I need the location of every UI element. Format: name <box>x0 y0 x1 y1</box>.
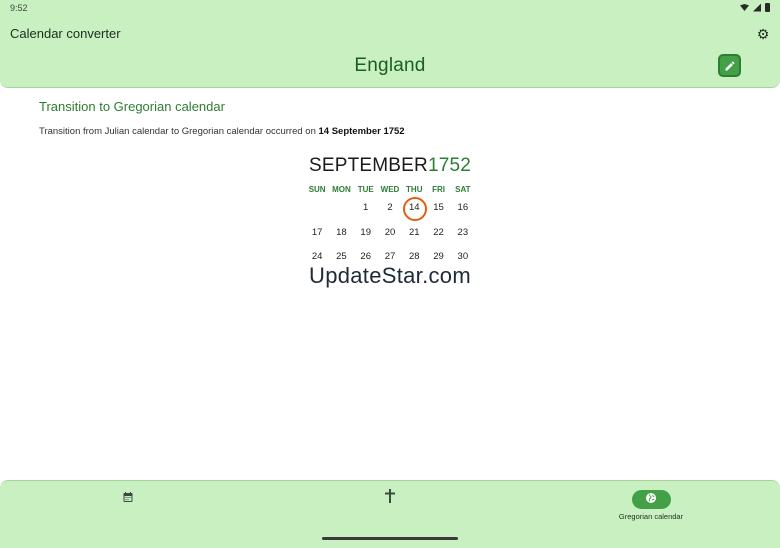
signal-icon <box>753 3 761 12</box>
top-app-bar: 9:52 Calendar converter ⚙ England <box>0 0 780 88</box>
transition-description: Transition from Julian calendar to Grego… <box>39 126 405 137</box>
calendar-grid: SUN MON TUE WED THU FRI SAT 1 2 14 15 16… <box>305 185 475 270</box>
edit-button[interactable] <box>718 54 741 77</box>
highlighted-day: 14 <box>402 196 428 221</box>
day-cell: 22 <box>433 226 444 238</box>
weekday-label: TUE <box>357 185 374 194</box>
pencil-icon <box>725 60 735 70</box>
status-icons <box>740 3 770 12</box>
app-title: Calendar converter <box>10 26 121 41</box>
day-cell: 18 <box>336 226 347 238</box>
weekday-label: SAT <box>455 185 471 194</box>
nav-label: Gregorian calendar <box>618 512 684 521</box>
weekday-label: MON <box>332 185 351 194</box>
day-cell <box>305 196 329 221</box>
day-cell <box>329 196 353 221</box>
cross-icon <box>384 489 396 509</box>
watermark: UpdateStar.com <box>309 263 471 288</box>
day-cell: 19 <box>360 226 371 238</box>
nav-item-gregorian[interactable]: Gregorian calendar <box>591 489 711 521</box>
status-time: 9:52 <box>10 3 28 13</box>
nav-item-julian[interactable] <box>330 489 450 509</box>
bottom-navigation: Gregorian calendar <box>0 480 780 548</box>
day-cell: 21 <box>408 226 420 238</box>
month-heading: SEPTEMBER1752 <box>0 155 780 177</box>
globe-icon <box>646 493 656 503</box>
day-cell: 1 <box>363 202 369 213</box>
weekday-label: WED <box>380 185 400 194</box>
day-cell: 2 <box>387 202 393 213</box>
weekday-label: SUN <box>308 185 326 194</box>
section-title: Transition to Gregorian calendar <box>39 99 225 114</box>
calendar-week: 17 18 19 20 21 22 23 <box>305 221 475 246</box>
home-indicator[interactable] <box>322 537 458 540</box>
app-root: 9:52 Calendar converter ⚙ England Transi… <box>0 0 780 548</box>
day-cell: 20 <box>384 226 396 238</box>
country-title: England <box>354 55 426 76</box>
description-text: Transition from Julian calendar to Grego… <box>39 126 319 137</box>
nav-item-calendar[interactable] <box>68 489 188 509</box>
weekday-label: THU <box>406 185 423 194</box>
month-year: 1752 <box>427 155 472 176</box>
weekday-label: FRI <box>432 185 445 194</box>
gear-icon[interactable]: ⚙ <box>756 27 770 41</box>
calendar-icon <box>122 489 134 509</box>
day-cell: 15 <box>433 202 444 213</box>
day-cell: 23 <box>457 226 469 238</box>
month-name: SEPTEMBER <box>308 155 428 176</box>
wifi-icon <box>740 4 749 11</box>
nav-selected-indicator <box>631 490 671 509</box>
transition-date: 14 September 1752 <box>318 126 405 137</box>
status-bar: 9:52 <box>10 3 770 15</box>
day-cell: 17 <box>311 226 323 238</box>
weekday-header: SUN MON TUE WED THU FRI SAT <box>305 185 475 194</box>
battery-icon <box>765 3 770 12</box>
calendar-week: 1 2 14 15 16 <box>305 196 475 221</box>
day-cell: 16 <box>457 202 469 213</box>
